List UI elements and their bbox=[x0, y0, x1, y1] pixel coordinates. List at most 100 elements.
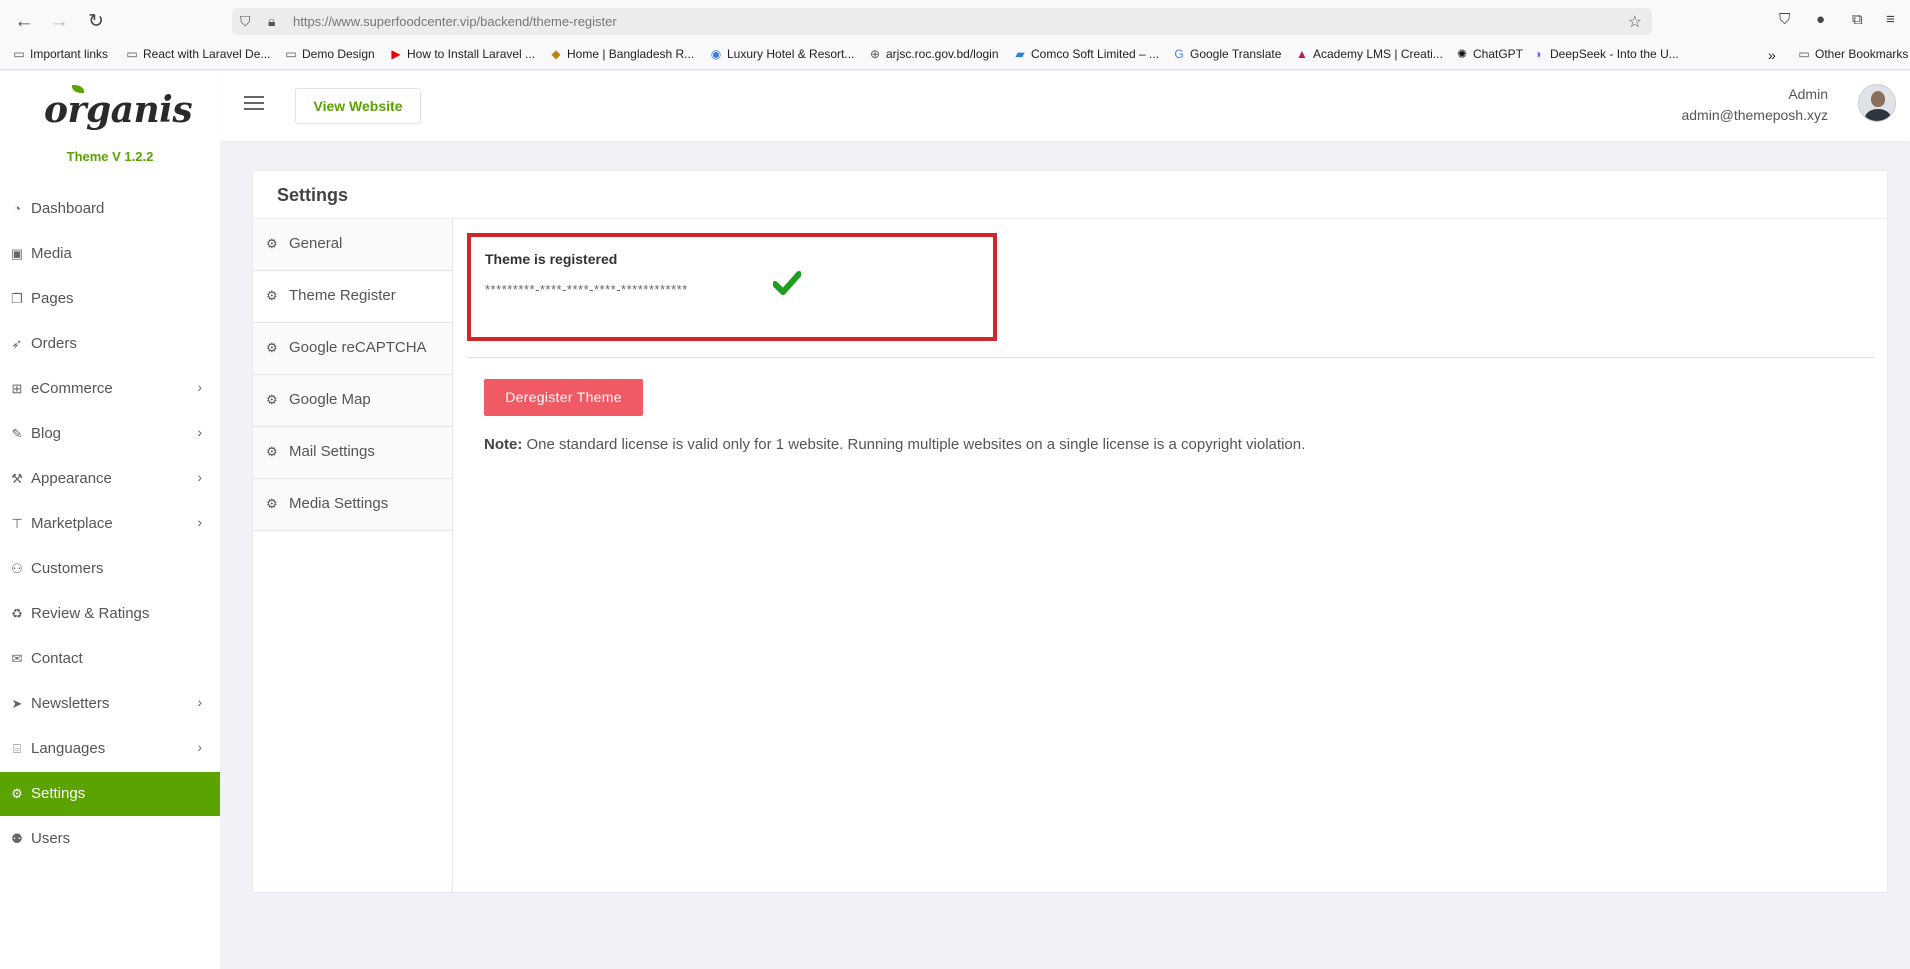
tab-mail-settings[interactable]: ⚙ Mail Settings bbox=[253, 427, 452, 479]
chevron-right-icon: › bbox=[197, 379, 202, 395]
folder-icon: ▭ bbox=[1798, 47, 1810, 61]
site-icon: ◉ bbox=[710, 47, 722, 61]
sidebar-item-dashboard[interactable]: ◔ Dashboard bbox=[0, 187, 220, 231]
gear-icon: ⚙ bbox=[266, 392, 278, 407]
folder-icon: ▭ bbox=[13, 47, 25, 61]
more-bookmarks-icon[interactable]: » bbox=[1768, 47, 1776, 63]
tab-google-recaptcha[interactable]: ⚙ Google reCAPTCHA bbox=[253, 323, 452, 375]
logo[interactable]: organis bbox=[44, 89, 193, 131]
cogs-icon: ⚙ bbox=[11, 786, 23, 801]
tab-general[interactable]: ⚙ General bbox=[253, 219, 452, 271]
reload-icon[interactable]: ↻ bbox=[84, 10, 108, 34]
avatar[interactable] bbox=[1858, 84, 1896, 122]
hamburger-line bbox=[244, 102, 264, 104]
bookmark-item[interactable]: ▭ React with Laravel De... bbox=[125, 47, 270, 61]
back-icon[interactable]: ← bbox=[12, 10, 36, 34]
pages-icon: ❐ bbox=[11, 291, 23, 306]
gear-icon: ⚙ bbox=[266, 444, 278, 459]
sidebar-item-ecommerce[interactable]: ⊞ eCommerce › bbox=[0, 367, 220, 411]
translate-icon: G bbox=[1174, 47, 1184, 61]
site-icon: ▰ bbox=[1015, 47, 1025, 61]
chevron-right-icon: › bbox=[197, 694, 202, 710]
rocket-icon: ➶ bbox=[11, 336, 23, 351]
bookmark-item[interactable]: ◉ Luxury Hotel & Resort... bbox=[709, 47, 855, 61]
sidebar-item-contact[interactable]: ✉ Contact bbox=[0, 637, 220, 681]
chevron-right-icon: › bbox=[197, 424, 202, 440]
bookmark-item[interactable]: G Google Translate bbox=[1172, 47, 1281, 61]
bookmark-item[interactable]: ▶ How to Install Laravel ... bbox=[389, 47, 535, 61]
tab-theme-register[interactable]: ⚙ Theme Register bbox=[253, 271, 452, 323]
dashboard-icon: ◔ bbox=[13, 201, 21, 216]
license-note: Note: One standard license is valid only… bbox=[484, 436, 1305, 453]
language-icon: ⌸ bbox=[13, 741, 21, 756]
sidebar-item-blog[interactable]: ✎ Blog › bbox=[0, 412, 220, 456]
user-email[interactable]: admin@themeposh.xyz bbox=[1681, 107, 1828, 123]
sidebar-item-languages[interactable]: ⌸ Languages › bbox=[0, 727, 220, 771]
tab-google-map[interactable]: ⚙ Google Map bbox=[253, 375, 452, 427]
bookmark-item[interactable]: ▭ Demo Design bbox=[284, 47, 374, 61]
menu-icon[interactable]: ≡ bbox=[1886, 11, 1895, 28]
view-website-button[interactable]: View Website bbox=[295, 88, 421, 124]
sidebar-item-settings[interactable]: ⚙ Settings bbox=[0, 772, 220, 816]
user-plus-icon: ⚉ bbox=[11, 831, 23, 846]
chatgpt-icon: ✺ bbox=[1456, 47, 1468, 61]
shield-icon[interactable]: ⛉ bbox=[240, 13, 251, 30]
settings-card: Settings ⚙ General ⚙ Theme Register ⚙ Go… bbox=[252, 170, 1888, 893]
paper-plane-icon: ➤ bbox=[11, 696, 23, 711]
folder-icon: ▭ bbox=[285, 47, 297, 61]
browser-chrome: ← → ↻ ⛉ 🔒︎ https://www.superfoodcenter.v… bbox=[0, 0, 1910, 70]
bookmark-item[interactable]: ▭ Important links bbox=[12, 47, 108, 61]
image-icon: ▣ bbox=[10, 246, 24, 261]
globe-icon: ⊕ bbox=[869, 47, 881, 61]
hamburger-line bbox=[244, 96, 264, 98]
bookmark-item[interactable]: ▲ Academy LMS | Creati... bbox=[1295, 47, 1443, 61]
sidebar-item-media[interactable]: ▣ Media bbox=[0, 232, 220, 276]
pocket-icon[interactable]: ⛉ bbox=[1779, 11, 1790, 28]
bookmarks-bar: ▭ Important links ▭ React with Laravel De.… bbox=[0, 44, 1910, 68]
bookmark-item[interactable]: ▰ Comco Soft Limited – ... bbox=[1013, 47, 1159, 61]
recycle-icon: ♻ bbox=[11, 606, 23, 621]
tab-media-settings[interactable]: ⚙ Media Settings bbox=[253, 479, 452, 531]
note-text: One standard license is valid only for 1… bbox=[526, 436, 1306, 453]
chevron-right-icon: › bbox=[197, 469, 202, 485]
gear-icon: ⚙ bbox=[266, 236, 278, 251]
hamburger-line bbox=[244, 108, 264, 110]
deregister-theme-button[interactable]: Deregister Theme bbox=[484, 379, 643, 416]
bookmark-item[interactable]: ◆ Home | Bangladesh R... bbox=[549, 47, 694, 61]
chevron-right-icon: › bbox=[197, 739, 202, 755]
lock-icon[interactable]: 🔒︎ bbox=[268, 13, 275, 30]
bookmark-item[interactable]: ▭ Other Bookmarks bbox=[1797, 47, 1908, 61]
envelope-icon: ✉ bbox=[11, 651, 23, 666]
sidebar-item-customers[interactable]: ⚇ Customers bbox=[0, 547, 220, 591]
sidebar-item-pages[interactable]: ❐ Pages bbox=[0, 277, 220, 321]
avatar-head bbox=[1871, 91, 1885, 107]
sitemap-icon: ⊤ bbox=[11, 516, 23, 531]
sidebar-item-newsletters[interactable]: ➤ Newsletters › bbox=[0, 682, 220, 726]
hamburger-menu-icon[interactable] bbox=[244, 96, 264, 110]
forward-icon[interactable]: → bbox=[47, 10, 71, 34]
sidebar-item-orders[interactable]: ➶ Orders bbox=[0, 322, 220, 366]
users-icon: ⚇ bbox=[11, 561, 23, 576]
registration-status-box: Theme is registered *********-****-****-… bbox=[467, 233, 997, 341]
gear-icon: ⚙ bbox=[266, 496, 278, 511]
bookmark-item[interactable]: ✺ ChatGPT bbox=[1455, 47, 1523, 61]
sidebar-item-marketplace[interactable]: ⊤ Marketplace › bbox=[0, 502, 220, 546]
address-bar[interactable]: ⛉ 🔒︎ https://www.superfoodcenter.vip/bac… bbox=[232, 8, 1652, 35]
sidebar-item-review-ratings[interactable]: ♻ Review & Ratings bbox=[0, 592, 220, 636]
site-icon: ◆ bbox=[551, 47, 561, 61]
note-label: Note: bbox=[484, 436, 523, 453]
settings-tabs: ⚙ General ⚙ Theme Register ⚙ Google reCA… bbox=[253, 219, 453, 892]
user-name[interactable]: Admin bbox=[1788, 86, 1828, 102]
wrench-icon: ⚒ bbox=[11, 471, 23, 486]
browser-nav-row: ← → ↻ ⛉ 🔒︎ https://www.superfoodcenter.v… bbox=[0, 0, 1910, 42]
bookmark-star-icon[interactable]: ☆ bbox=[1628, 12, 1642, 32]
sidebar-item-appearance[interactable]: ⚒ Appearance › bbox=[0, 457, 220, 501]
blog-icon: ✎ bbox=[11, 426, 23, 441]
extensions-icon[interactable]: ⧉ bbox=[1852, 11, 1863, 28]
url-text[interactable]: https://www.superfoodcenter.vip/backend/… bbox=[293, 14, 617, 29]
bookmark-item[interactable]: ◗ DeepSeek - Into the U... bbox=[1532, 47, 1678, 61]
bookmark-item[interactable]: ⊕ arjsc.roc.gov.bd/login bbox=[868, 47, 999, 61]
gear-icon: ⚙ bbox=[266, 288, 278, 303]
profile-icon[interactable]: ● bbox=[1816, 11, 1825, 28]
sidebar-item-users[interactable]: ⚉ Users bbox=[0, 817, 220, 861]
